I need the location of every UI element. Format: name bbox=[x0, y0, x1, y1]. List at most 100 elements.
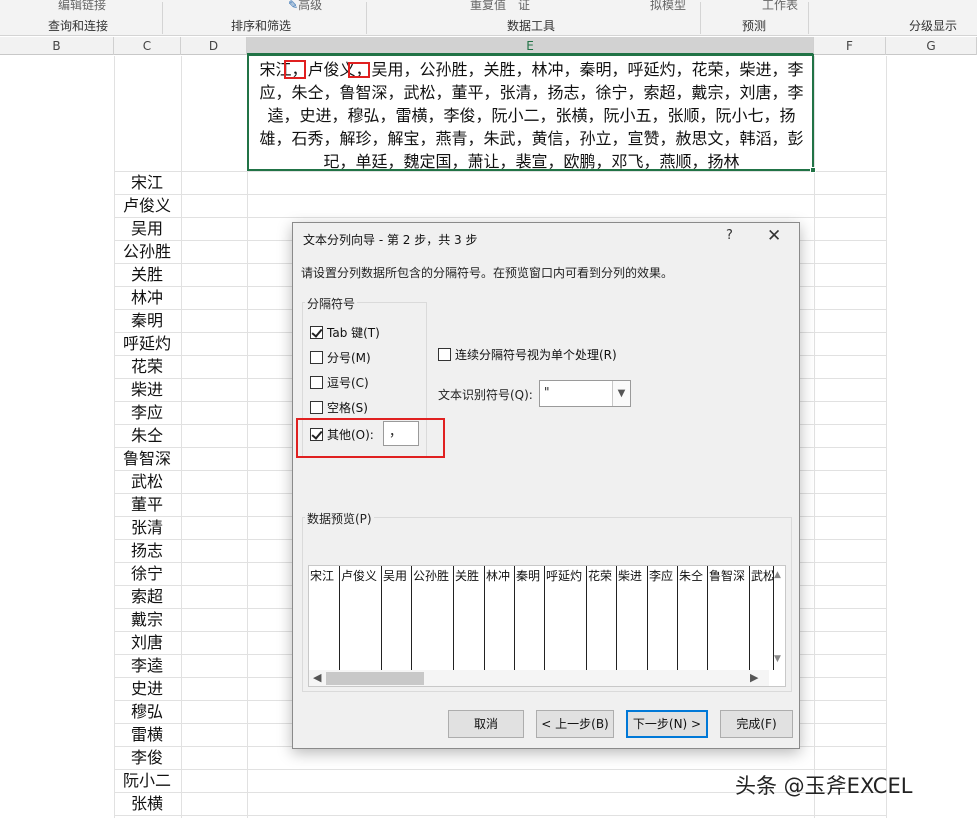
preview-column: 武松 bbox=[750, 566, 774, 670]
cell-c[interactable]: 宋江 bbox=[114, 171, 180, 194]
group-queries-connections: 查询和连接 bbox=[48, 19, 109, 33]
advanced-filter-button[interactable]: ✎高级 bbox=[288, 0, 322, 13]
column-header-c[interactable]: C bbox=[114, 37, 181, 55]
group-data-tools: 数据工具 bbox=[507, 19, 556, 33]
back-button[interactable]: < 上一步(B) bbox=[536, 710, 614, 738]
column-header-d[interactable]: D bbox=[181, 37, 247, 55]
scroll-thumb[interactable] bbox=[326, 672, 424, 685]
chevron-down-icon[interactable]: ▼ bbox=[612, 381, 630, 406]
cell-c[interactable]: 公孙胜 bbox=[114, 240, 180, 263]
cell-c[interactable]: 扬志 bbox=[114, 539, 180, 562]
cell-c[interactable]: 李应 bbox=[114, 401, 180, 424]
group-forecast: 预测 bbox=[742, 19, 767, 33]
consecutive-delimiters-checkbox[interactable]: 连续分隔符号视为单个处理(R) bbox=[438, 346, 617, 363]
remove-duplicates-button[interactable]: 重复值 bbox=[470, 0, 506, 13]
edit-links-button[interactable]: 编辑链接 bbox=[58, 0, 106, 13]
cell-c[interactable]: 史进 bbox=[114, 677, 180, 700]
cell-c[interactable]: 朱仝 bbox=[114, 424, 180, 447]
cell-c[interactable]: 吴用 bbox=[114, 217, 180, 240]
next-button[interactable]: 下一步(N) > bbox=[626, 710, 708, 738]
ribbon-divider bbox=[808, 2, 809, 34]
help-icon[interactable]: ? bbox=[726, 228, 733, 243]
preview-column: 花荣 bbox=[587, 566, 617, 670]
space-checkbox[interactable]: 空格(S) bbox=[310, 399, 368, 416]
cell-e1[interactable]: 宋江，卢俊义，吴用，公孙胜，关胜，林冲，秦明，呼延灼，花荣，柴进，李应，朱仝，鲁… bbox=[247, 54, 814, 171]
cell-c[interactable]: 阮小二 bbox=[114, 769, 180, 792]
cell-c[interactable]: 卢俊义 bbox=[114, 194, 180, 217]
finish-button[interactable]: 完成(F) bbox=[720, 710, 793, 738]
cell-c[interactable]: 索超 bbox=[114, 585, 180, 608]
text-qualifier-select[interactable]: " ▼ bbox=[539, 380, 631, 407]
cell-e1-text: 宋江，卢俊义，吴用，公孙胜，关胜，林冲，秦明，呼延灼，花荣，柴进，李应，朱仝，鲁… bbox=[259, 60, 804, 171]
what-if-button[interactable]: 拟模型 bbox=[650, 0, 686, 13]
preview-columns: 宋江 卢俊义 吴用 公孙胜 关胜 林冲 秦明 呼延灼 花荣 柴进 李应 朱仝 鲁智深 武松 bbox=[309, 566, 774, 670]
preview-column: 鲁智深 bbox=[708, 566, 750, 670]
cell-c[interactable]: 秦明 bbox=[114, 309, 180, 332]
delimiters-group-title: 分隔符号 bbox=[305, 295, 358, 312]
cell-c[interactable]: 李逵 bbox=[114, 654, 180, 677]
cell-c[interactable]: 刘唐 bbox=[114, 631, 180, 654]
cell-c[interactable]: 李俊 bbox=[114, 746, 180, 769]
preview-column: 朱仝 bbox=[678, 566, 708, 670]
ribbon: 编辑链接 ✎高级 重复值 证 拟模型 工作表 查询和连接 排序和筛选 数据工具 … bbox=[0, 0, 977, 36]
ribbon-divider bbox=[366, 2, 367, 34]
row-line bbox=[114, 194, 886, 195]
comma-highlight-box bbox=[348, 62, 370, 78]
cell-c[interactable]: 呼延灼 bbox=[114, 332, 180, 355]
fill-handle[interactable] bbox=[810, 167, 816, 173]
scroll-right-icon[interactable]: ▶ bbox=[750, 671, 758, 684]
cell-c[interactable]: 林冲 bbox=[114, 286, 180, 309]
scroll-up-icon[interactable]: ▲ bbox=[774, 570, 781, 580]
checkbox-icon bbox=[310, 376, 323, 389]
data-validation-button[interactable]: 证 bbox=[518, 0, 530, 13]
scroll-left-icon[interactable]: ◀ bbox=[313, 671, 321, 684]
checkbox-icon bbox=[438, 348, 451, 361]
preview-column: 林冲 bbox=[485, 566, 515, 670]
checkbox-icon bbox=[310, 351, 323, 364]
semicolon-checkbox[interactable]: 分号(M) bbox=[310, 349, 371, 366]
close-icon[interactable]: ✕ bbox=[767, 226, 781, 246]
comma-checkbox[interactable]: 逗号(C) bbox=[310, 374, 369, 391]
cell-c[interactable]: 花荣 bbox=[114, 355, 180, 378]
cell-c[interactable]: 张清 bbox=[114, 516, 180, 539]
scroll-down-icon[interactable]: ▼ bbox=[774, 654, 781, 664]
cell-c[interactable]: 鲁智深 bbox=[114, 447, 180, 470]
horizontal-scrollbar[interactable]: ◀ ▶ bbox=[309, 670, 769, 686]
advanced-icon: ✎ bbox=[288, 0, 299, 12]
cell-c[interactable]: 柴进 bbox=[114, 378, 180, 401]
column-header-f[interactable]: F bbox=[814, 37, 886, 55]
watermark: 头条 @玉斧EXCEL bbox=[735, 774, 913, 798]
cell-c[interactable]: 穆弘 bbox=[114, 700, 180, 723]
preview-column: 卢俊义 bbox=[340, 566, 382, 670]
column-header-b[interactable]: B bbox=[0, 37, 114, 55]
forecast-sheet-button[interactable]: 工作表 bbox=[762, 0, 798, 13]
preview-column: 柴进 bbox=[617, 566, 648, 670]
cell-c[interactable]: 董平 bbox=[114, 493, 180, 516]
preview-column: 公孙胜 bbox=[412, 566, 454, 670]
text-qualifier-value: " bbox=[544, 385, 550, 399]
ribbon-divider bbox=[700, 2, 701, 34]
preview-column: 秦明 bbox=[515, 566, 545, 670]
group-sort-filter: 排序和筛选 bbox=[231, 19, 292, 33]
dialog-description: 请设置分列数据所包含的分隔符号。在预览窗口内可看到分列的效果。 bbox=[301, 266, 674, 280]
row-line bbox=[114, 815, 886, 816]
text-qualifier-label: 文本识别符号(Q): bbox=[438, 388, 533, 402]
cell-c[interactable]: 雷横 bbox=[114, 723, 180, 746]
column-header-e[interactable]: E bbox=[247, 37, 814, 55]
cell-c[interactable]: 戴宗 bbox=[114, 608, 180, 631]
row-line bbox=[114, 217, 886, 218]
cell-c[interactable]: 徐宁 bbox=[114, 562, 180, 585]
comma-highlight-box bbox=[284, 60, 306, 79]
cell-c[interactable]: 张横 bbox=[114, 792, 180, 815]
preview-label: 数据预览(P) bbox=[305, 510, 374, 527]
column-header-bar: B C D E F G bbox=[0, 37, 977, 55]
cell-c[interactable]: 武松 bbox=[114, 470, 180, 493]
data-preview-pane[interactable]: 宋江 卢俊义 吴用 公孙胜 关胜 林冲 秦明 呼延灼 花荣 柴进 李应 朱仝 鲁智深 武松 ▲ ▼ ◀ ▶ bbox=[308, 565, 786, 687]
ribbon-divider bbox=[162, 2, 163, 34]
text-to-columns-dialog: 文本分列向导 - 第 2 步，共 3 步 ? ✕ 请设置分列数据所包含的分隔符号… bbox=[292, 222, 800, 749]
cell-c[interactable]: 关胜 bbox=[114, 263, 180, 286]
dialog-title: 文本分列向导 - 第 2 步，共 3 步 bbox=[303, 233, 478, 247]
tab-checkbox[interactable]: Tab 键(T) bbox=[310, 324, 380, 341]
column-header-g[interactable]: G bbox=[886, 37, 977, 55]
cancel-button[interactable]: 取消 bbox=[448, 710, 524, 738]
